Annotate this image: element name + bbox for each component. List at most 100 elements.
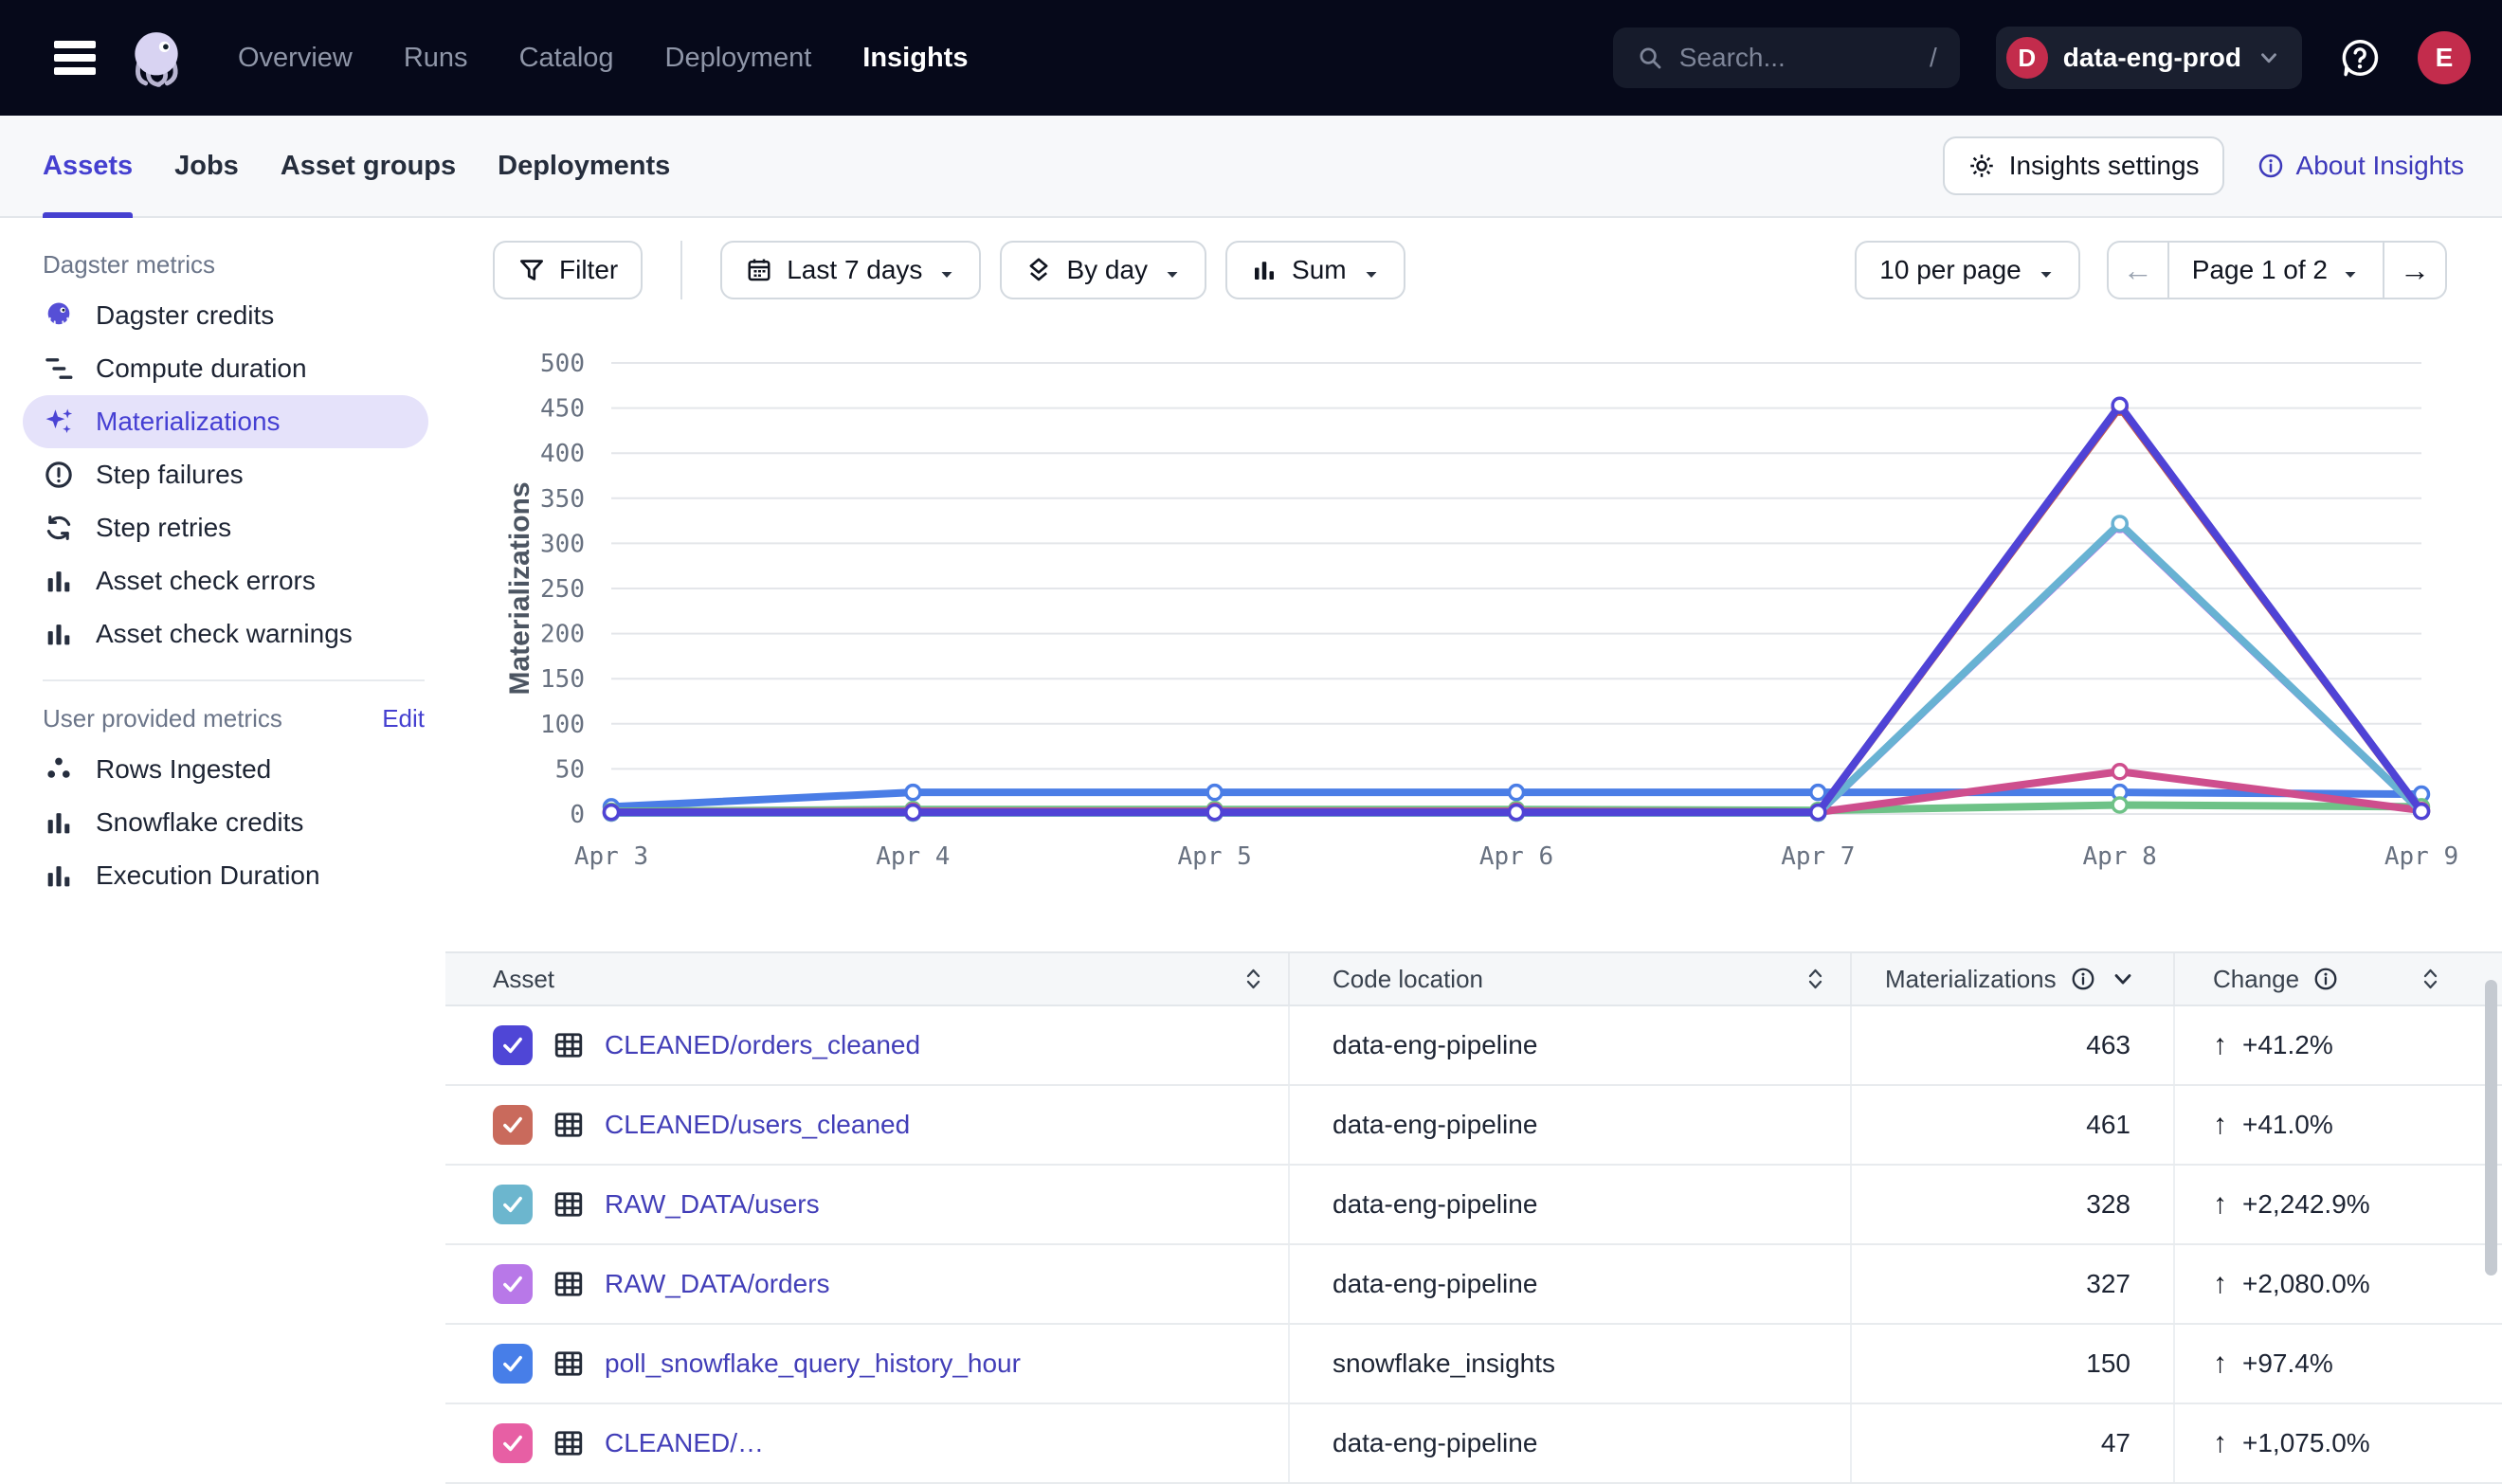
info-icon[interactable] bbox=[2070, 966, 2096, 992]
svg-text:500: 500 bbox=[540, 350, 585, 378]
series-cleaned-orders-cleaned[interactable] bbox=[605, 398, 2429, 819]
materializations-value: 47 bbox=[2101, 1428, 2130, 1458]
svg-text:350: 350 bbox=[540, 485, 585, 514]
nav-deployment[interactable]: Deployment bbox=[665, 43, 812, 74]
asset-link[interactable]: CLEANED/orders_cleaned bbox=[605, 1030, 920, 1060]
tab-asset-groups[interactable]: Asset groups bbox=[281, 116, 456, 216]
row-checkbox[interactable] bbox=[493, 1185, 533, 1224]
column-header-code-location[interactable]: Code location bbox=[1290, 953, 1852, 1004]
bar-chart-icon bbox=[43, 618, 75, 650]
dagster-logo-icon[interactable] bbox=[124, 26, 189, 90]
sidebar-item-execution-duration[interactable]: Execution Duration bbox=[23, 849, 428, 902]
asset-link[interactable]: CLEANED/… bbox=[605, 1428, 764, 1458]
sidebar-item-label: Dagster credits bbox=[96, 300, 274, 331]
up-arrow-icon: ↑ bbox=[2213, 1109, 2227, 1141]
hamburger-menu-icon[interactable] bbox=[54, 35, 96, 81]
nav-runs[interactable]: Runs bbox=[404, 43, 468, 74]
row-checkbox[interactable] bbox=[493, 1105, 533, 1145]
asset-link[interactable]: RAW_DATA/users bbox=[605, 1189, 820, 1220]
sort-icon[interactable] bbox=[2420, 967, 2442, 992]
search-box[interactable]: / bbox=[1613, 27, 1960, 88]
tab-bar: Assets Jobs Asset groups Deployments bbox=[43, 116, 670, 216]
sidebar-item-asset-check-warnings[interactable]: Asset check warnings bbox=[23, 607, 428, 661]
sort-icon[interactable] bbox=[1242, 967, 1265, 992]
sidebar-item-snowflake-credits[interactable]: Snowflake credits bbox=[23, 796, 428, 849]
tab-deployments[interactable]: Deployments bbox=[498, 116, 670, 216]
sidebar-item-rows-ingested[interactable]: Rows Ingested bbox=[23, 743, 428, 796]
sidebar-item-label: Snowflake credits bbox=[96, 807, 303, 838]
edit-metrics-link[interactable]: Edit bbox=[382, 704, 425, 733]
table-body: CLEANED/orders_cleaned data-eng-pipeline 4… bbox=[445, 1006, 2502, 1484]
sidebar-item-label: Asset check warnings bbox=[96, 619, 353, 649]
series-cleaned-users-cleaned[interactable] bbox=[605, 400, 2429, 819]
asset-link[interactable]: CLEANED/users_cleaned bbox=[605, 1110, 910, 1140]
org-switcher[interactable]: D data-eng-prod bbox=[1996, 27, 2302, 89]
column-header-change[interactable]: Change bbox=[2175, 953, 2502, 1004]
sidebar-item-label: Step failures bbox=[96, 460, 244, 490]
about-insights-link[interactable]: About Insights bbox=[2257, 151, 2464, 181]
page-indicator-dropdown[interactable]: Page 1 of 2 bbox=[2169, 243, 2384, 298]
code-location: data-eng-pipeline bbox=[1333, 1030, 1537, 1060]
row-checkbox[interactable] bbox=[493, 1344, 533, 1384]
assets-table: Asset Code location Materializations bbox=[445, 951, 2502, 1484]
aggregate-dropdown[interactable]: Sum bbox=[1225, 241, 1405, 299]
svg-text:Apr 6: Apr 6 bbox=[1479, 842, 1553, 871]
asset-link[interactable]: poll_snowflake_query_history_hour bbox=[605, 1348, 1021, 1379]
search-shortcut: / bbox=[1930, 43, 1937, 73]
duration-icon bbox=[43, 353, 75, 385]
code-location: data-eng-pipeline bbox=[1333, 1189, 1537, 1220]
sidebar-item-step-retries[interactable]: Step retries bbox=[23, 501, 428, 554]
help-icon[interactable] bbox=[2338, 36, 2382, 80]
table-row: RAW_DATA/ordersdata-eng-pipeline327↑+2,0… bbox=[445, 1245, 2502, 1325]
octopus-icon bbox=[43, 299, 75, 332]
sidebar-item-label: Step retries bbox=[96, 513, 231, 543]
materializations-value: 328 bbox=[2086, 1189, 2130, 1220]
svg-text:300: 300 bbox=[540, 530, 585, 558]
info-icon[interactable] bbox=[2312, 966, 2339, 992]
sidebar-item-label: Asset check errors bbox=[96, 566, 316, 596]
chevron-down-icon[interactable] bbox=[2110, 966, 2136, 992]
materializations-value: 327 bbox=[2086, 1269, 2130, 1299]
tab-jobs[interactable]: Jobs bbox=[174, 116, 239, 216]
asset-link[interactable]: RAW_DATA/orders bbox=[605, 1269, 830, 1299]
date-range-dropdown[interactable]: Last 7 days bbox=[720, 241, 981, 299]
row-checkbox[interactable] bbox=[493, 1423, 533, 1463]
table-asset-icon bbox=[552, 1347, 586, 1381]
sidebar-item-materializations[interactable]: Materializations bbox=[23, 395, 428, 448]
code-location: data-eng-pipeline bbox=[1333, 1269, 1537, 1299]
caret-down-icon bbox=[937, 261, 956, 280]
sidebar-item-dagster-credits[interactable]: Dagster credits bbox=[23, 289, 428, 342]
search-input[interactable] bbox=[1679, 43, 1914, 73]
svg-text:250: 250 bbox=[540, 575, 585, 604]
filter-label: Filter bbox=[559, 255, 618, 285]
row-checkbox[interactable] bbox=[493, 1264, 533, 1304]
row-checkbox[interactable] bbox=[493, 1025, 533, 1065]
user-avatar[interactable]: E bbox=[2418, 31, 2471, 84]
sidebar-item-compute-duration[interactable]: Compute duration bbox=[23, 342, 428, 395]
up-arrow-icon: ↑ bbox=[2213, 1188, 2227, 1221]
nav-catalog[interactable]: Catalog bbox=[519, 43, 614, 74]
per-page-dropdown[interactable]: 10 per page bbox=[1855, 241, 2079, 299]
page-indicator-label: Page 1 of 2 bbox=[2192, 255, 2328, 285]
bar-chart-icon bbox=[43, 806, 75, 839]
sidebar-item-step-failures[interactable]: Step failures bbox=[23, 448, 428, 501]
insights-settings-button[interactable]: Insights settings bbox=[1943, 136, 2224, 195]
org-badge: D bbox=[2006, 37, 2048, 79]
sort-icon[interactable] bbox=[1804, 967, 1827, 992]
scrollbar-thumb[interactable] bbox=[2485, 980, 2497, 1276]
group-by-dropdown[interactable]: By day bbox=[1000, 241, 1206, 299]
tab-assets[interactable]: Assets bbox=[43, 116, 133, 216]
filter-button[interactable]: Filter bbox=[493, 241, 643, 299]
next-page-button[interactable]: → bbox=[2384, 243, 2445, 298]
nav-insights[interactable]: Insights bbox=[862, 43, 968, 74]
sidebar-item-asset-check-errors[interactable]: Asset check errors bbox=[23, 554, 428, 607]
column-header-materializations[interactable]: Materializations bbox=[1852, 953, 2175, 1004]
nav-overview[interactable]: Overview bbox=[238, 43, 353, 74]
svg-text:Apr 8: Apr 8 bbox=[2083, 842, 2157, 871]
column-header-asset[interactable]: Asset bbox=[445, 953, 1290, 1004]
svg-text:200: 200 bbox=[540, 621, 585, 649]
prev-page-button[interactable]: ← bbox=[2109, 243, 2169, 298]
group-by-label: By day bbox=[1066, 255, 1148, 285]
svg-text:Apr 7: Apr 7 bbox=[1781, 842, 1855, 871]
table-row: CLEANED/…data-eng-pipeline47↑+1,075.0% bbox=[445, 1404, 2502, 1484]
